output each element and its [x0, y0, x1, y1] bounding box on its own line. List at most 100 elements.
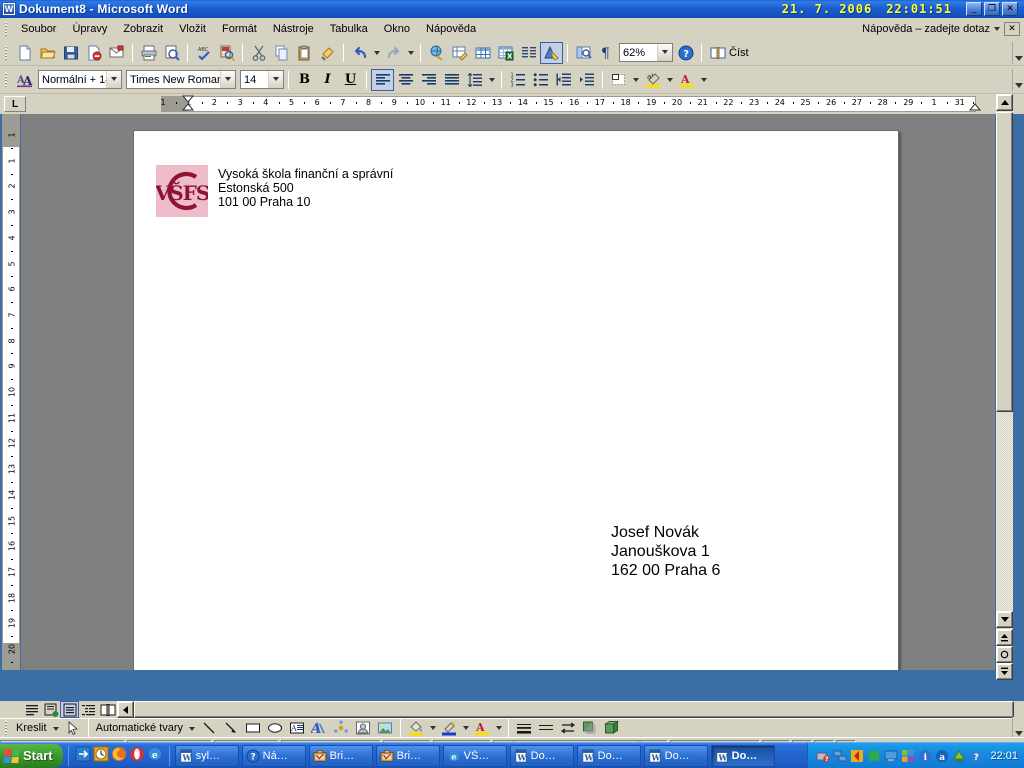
line-color-icon[interactable] — [438, 719, 460, 737]
horizontal-ruler[interactable]: L 1 1 2 3 4 5 6 7 8 9 10 11 12 13 14 15 16 17 18 19 20 21 22 23… — [0, 94, 1024, 114]
taskbar-button[interactable]: Wsyl… — [174, 744, 239, 767]
horizontal-ruler-track[interactable]: 1 1 2 3 4 5 6 7 8 9 10 11 12 13 14 15 16 17 18 19 20 21 22 23 24… — [32, 95, 1010, 112]
zoom-combo[interactable]: 62% — [619, 43, 673, 62]
redo-dropdown-arrow-icon[interactable] — [405, 42, 416, 64]
menu-tabulka[interactable]: Tabulka — [322, 20, 376, 38]
format-painter-icon[interactable] — [316, 42, 339, 64]
menu-upravy[interactable]: Úpravy — [64, 20, 115, 38]
sync-icon[interactable] — [952, 749, 966, 763]
minimize-button[interactable]: _ — [966, 2, 982, 16]
redo-icon[interactable] — [382, 42, 405, 64]
squares-icon[interactable] — [901, 749, 915, 763]
rectangle-icon[interactable] — [242, 719, 264, 737]
autoshapes-menu-button[interactable]: Automatické tvary — [93, 722, 198, 734]
wordart-icon[interactable]: A — [308, 719, 330, 737]
scroll-up-button[interactable] — [996, 94, 1013, 111]
clock-icon[interactable] — [93, 746, 109, 765]
diagram-icon[interactable] — [330, 719, 352, 737]
insert-hyperlink-icon[interactable] — [425, 42, 448, 64]
font-color-icon[interactable]: A — [675, 69, 698, 91]
acrobat-icon[interactable]: a — [935, 749, 949, 763]
shadow-style-icon[interactable] — [579, 719, 601, 737]
new-document-icon[interactable] — [13, 42, 36, 64]
tray-clock[interactable]: 22:01 — [990, 750, 1018, 762]
info-icon[interactable]: i — [918, 749, 932, 763]
arrow-style-icon[interactable] — [557, 719, 579, 737]
draw-dropdown-arrow-icon[interactable] — [52, 727, 59, 731]
align-right-icon[interactable] — [417, 69, 440, 91]
draw-menu-button[interactable]: Kreslit — [13, 722, 62, 734]
style-dropdown-arrow-icon[interactable] — [106, 71, 121, 88]
fill-color-icon[interactable] — [405, 719, 427, 737]
taskbar-button[interactable]: W Do… — [576, 744, 641, 767]
style-combo[interactable]: Normální + 14 b — [38, 70, 122, 89]
fill-color-dropdown-arrow-icon[interactable] — [427, 717, 438, 739]
styles-and-formatting-icon[interactable]: AA — [13, 69, 36, 91]
copy-icon[interactable] — [270, 42, 293, 64]
paste-clipboard-icon[interactable] — [293, 42, 316, 64]
taskbar-button[interactable]: Bri… — [308, 744, 373, 767]
select-objects-arrow-icon[interactable] — [62, 719, 84, 737]
internet-explorer-icon[interactable]: e — [147, 746, 163, 765]
scroll-left-button[interactable] — [117, 701, 134, 718]
menubar-grip[interactable] — [3, 21, 10, 37]
chevron-down-icon[interactable] — [994, 27, 1000, 31]
network-connection-icon[interactable] — [833, 749, 847, 763]
taskbar-button[interactable]: W Do… — [710, 744, 775, 767]
borders-dropdown-arrow-icon[interactable] — [630, 69, 641, 91]
next-page-button[interactable] — [996, 663, 1013, 680]
permission-icon[interactable] — [82, 42, 105, 64]
menu-napoveda[interactable]: Nápověda — [418, 20, 484, 38]
document-map-icon[interactable] — [572, 42, 595, 64]
font-size-dropdown-arrow-icon[interactable] — [268, 71, 283, 88]
show-desktop-icon[interactable] — [75, 746, 91, 765]
monitor-icon[interactable] — [884, 749, 898, 763]
highlight-color-dropdown-arrow-icon[interactable] — [664, 69, 675, 91]
font-color-icon[interactable]: A — [471, 719, 493, 737]
menu-okno[interactable]: Okno — [376, 20, 418, 38]
restore-button[interactable]: ❐ — [984, 2, 1000, 16]
document-canvas[interactable]: VŠFS Vysoká škola finanční a správní Est… — [21, 114, 995, 670]
align-center-icon[interactable] — [394, 69, 417, 91]
numbered-list-icon[interactable]: 123 — [506, 69, 529, 91]
clover-icon[interactable] — [867, 749, 881, 763]
borders-icon[interactable] — [607, 69, 630, 91]
insert-excel-sheet-icon[interactable]: X — [494, 42, 517, 64]
font-color-dropdown-arrow-icon[interactable] — [493, 717, 504, 739]
underline-button[interactable]: U — [339, 69, 362, 91]
taskbar-button[interactable]: W Do… — [643, 744, 708, 767]
cut-scissors-icon[interactable] — [247, 42, 270, 64]
taskbar-button[interactable]: Bri… — [375, 744, 440, 767]
undo-dropdown-arrow-icon[interactable] — [371, 42, 382, 64]
italic-button[interactable]: I — [316, 69, 339, 91]
decrease-indent-icon[interactable] — [552, 69, 575, 91]
line-spacing-icon[interactable] — [463, 69, 486, 91]
bullet-list-icon[interactable] — [529, 69, 552, 91]
line-icon[interactable] — [198, 719, 220, 737]
3d-style-icon[interactable] — [601, 719, 623, 737]
font-color-dropdown-arrow-icon[interactable] — [698, 69, 709, 91]
web-layout-view-icon[interactable] — [41, 701, 60, 718]
menu-soubor[interactable]: Soubor — [13, 20, 64, 38]
formatting-toolbar-overflow-button[interactable] — [1012, 68, 1024, 91]
menu-nastroje[interactable]: Nástroje — [265, 20, 322, 38]
insert-picture-icon[interactable] — [374, 719, 396, 737]
select-browse-object-button[interactable] — [996, 646, 1013, 663]
vertical-scrollbar[interactable] — [996, 94, 1013, 680]
menu-format[interactable]: Formát — [214, 20, 265, 38]
line-color-dropdown-arrow-icon[interactable] — [460, 717, 471, 739]
firefox-icon[interactable] — [111, 746, 127, 765]
print-layout-view-icon[interactable] — [60, 701, 79, 718]
formatting-toolbar-grip[interactable] — [3, 72, 10, 88]
zoom-dropdown-arrow-icon[interactable] — [657, 44, 672, 61]
close-question-box-button[interactable]: ✕ — [1004, 22, 1020, 36]
insert-table-icon[interactable] — [471, 42, 494, 64]
email-icon[interactable] — [105, 42, 128, 64]
menu-vlozit[interactable]: Vložit — [171, 20, 214, 38]
help-question-icon[interactable]: ? — [969, 749, 983, 763]
highlight-color-icon[interactable]: ab — [641, 69, 664, 91]
oval-icon[interactable] — [264, 719, 286, 737]
ask-a-question-box[interactable]: Nápověda – zadejte dotaz ✕ — [862, 22, 1024, 36]
research-icon[interactable] — [215, 42, 238, 64]
font-name-combo[interactable]: Times New Roman — [126, 70, 236, 89]
